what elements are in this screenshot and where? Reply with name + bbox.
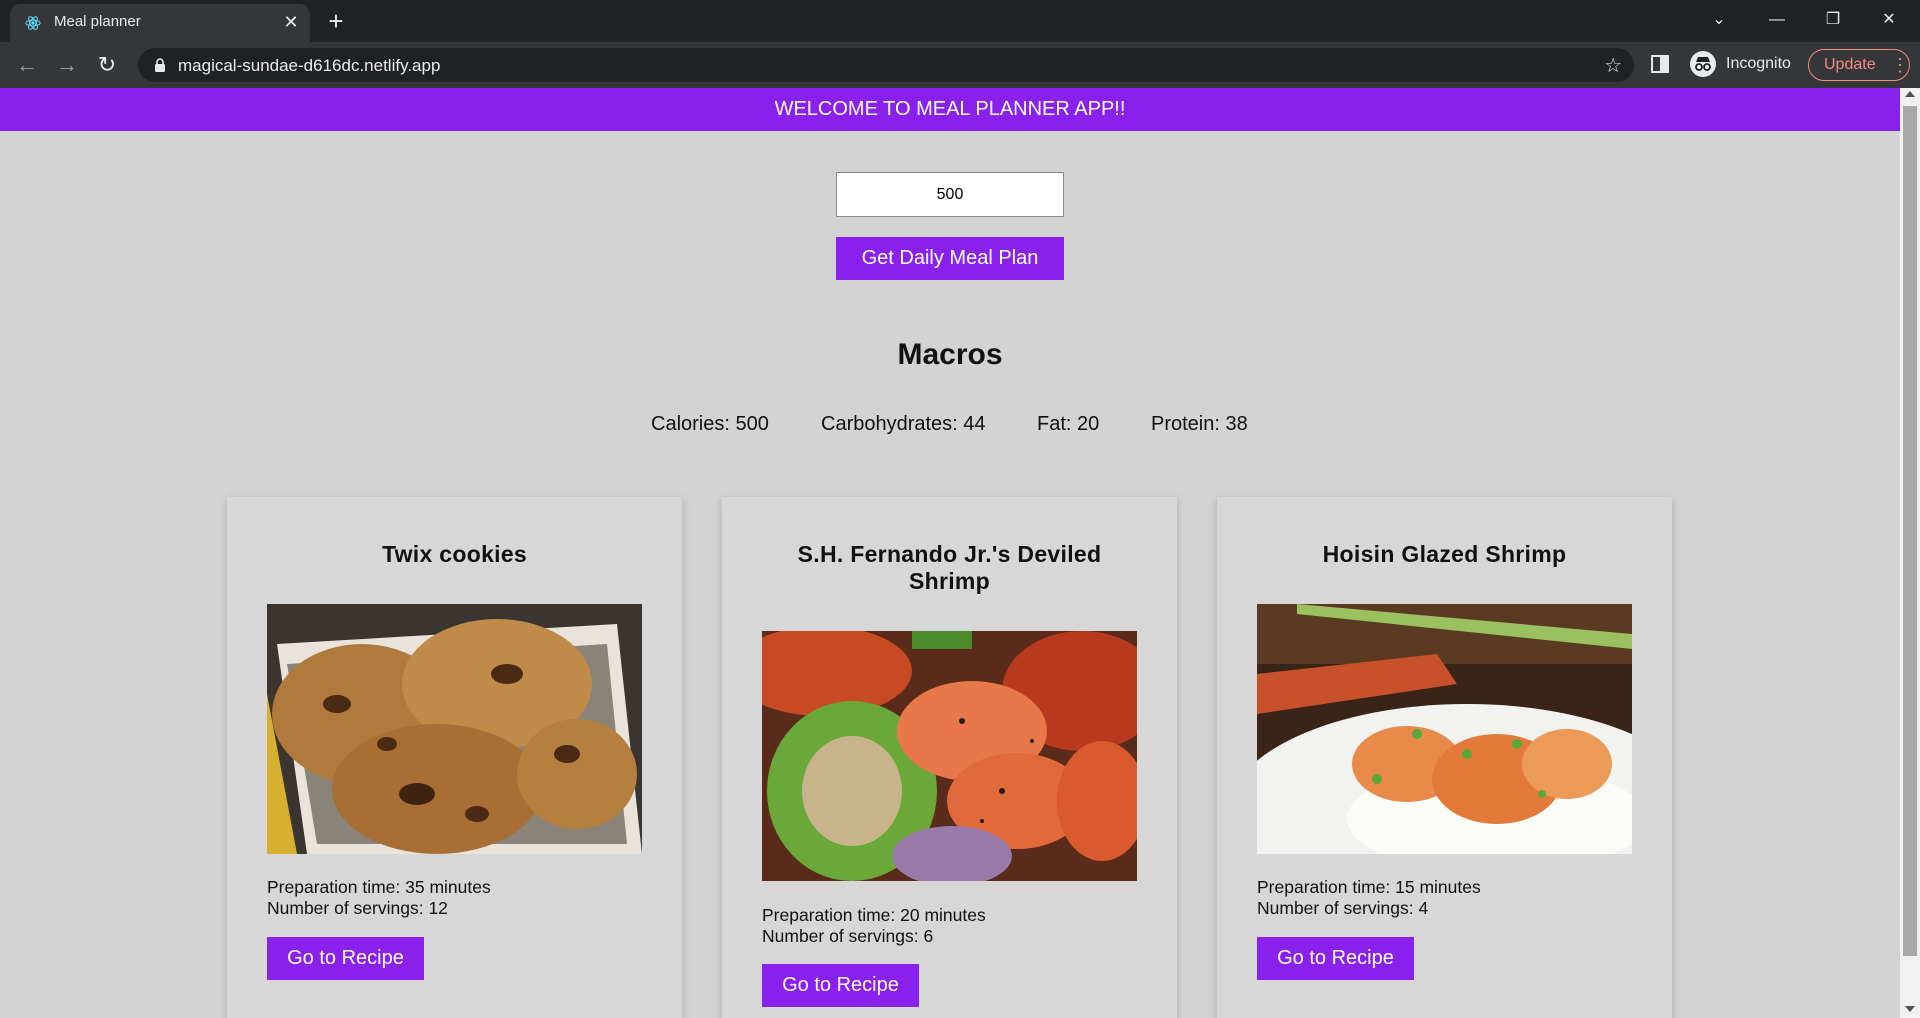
meal-info: Preparation time: 20 minutes Number of s… bbox=[762, 905, 1137, 947]
restore-icon[interactable]: ❐ bbox=[1816, 6, 1850, 34]
close-window-icon[interactable]: ✕ bbox=[1872, 6, 1906, 34]
reload-icon[interactable]: ↻ bbox=[92, 50, 122, 80]
meal-title: S.H. Fernando Jr.'s Deviled Shrimp bbox=[797, 541, 1102, 594]
macro-calories: Calories: 500 bbox=[651, 413, 769, 435]
browser-tab[interactable]: Meal planner ✕ bbox=[10, 4, 310, 42]
cookies-photo bbox=[267, 604, 642, 854]
scrollbar-thumb[interactable] bbox=[1903, 106, 1917, 956]
meal-info: Preparation time: 15 minutes Number of s… bbox=[1257, 877, 1632, 919]
go-to-recipe-button[interactable]: Go to Recipe bbox=[762, 964, 919, 1007]
macro-carbohydrates: Carbohydrates: 44 bbox=[821, 413, 986, 435]
update-button[interactable]: Update ⋮ bbox=[1808, 49, 1910, 81]
browser-tab-strip: Meal planner ✕ + ⌄ — ❐ ✕ bbox=[0, 0, 1920, 42]
tab-search-icon[interactable]: ⌄ bbox=[1702, 6, 1736, 34]
close-tab-icon[interactable]: ✕ bbox=[280, 11, 302, 33]
vertical-scrollbar[interactable] bbox=[1900, 88, 1920, 1018]
deviled-shrimp-photo bbox=[762, 631, 1137, 881]
browser-toolbar: ← → ↻ magical-sundae-d616dc.netlify.app … bbox=[0, 42, 1920, 88]
meal-card: Hoisin Glazed Shrimp Preparation time: 1… bbox=[1217, 497, 1672, 1018]
meal-title: Twix cookies bbox=[381, 541, 528, 567]
meal-card: Twix cookies Preparation time: 35 minute… bbox=[227, 497, 682, 1018]
minimize-icon[interactable]: — bbox=[1760, 6, 1794, 34]
welcome-banner: WELCOME TO MEAL PLANNER APP!! bbox=[0, 88, 1900, 131]
servings: Number of servings: 12 bbox=[267, 898, 448, 918]
servings: Number of servings: 6 bbox=[762, 926, 934, 946]
address-bar[interactable]: magical-sundae-d616dc.netlify.app ☆ bbox=[138, 48, 1634, 82]
back-icon[interactable]: ← bbox=[12, 50, 42, 80]
glazed-shrimp-photo bbox=[1257, 604, 1632, 854]
update-label: Update bbox=[1824, 56, 1876, 73]
tab-title: Meal planner bbox=[54, 13, 141, 30]
incognito-icon[interactable] bbox=[1690, 51, 1716, 77]
side-panel-icon[interactable] bbox=[1650, 54, 1670, 74]
more-menu-icon[interactable]: ⋮ bbox=[1891, 55, 1909, 75]
go-to-recipe-button[interactable]: Go to Recipe bbox=[267, 937, 424, 980]
prep-time: Preparation time: 35 minutes bbox=[267, 877, 491, 897]
macro-fat: Fat: 20 bbox=[1037, 413, 1100, 435]
calories-input[interactable] bbox=[836, 172, 1064, 217]
incognito-label: Incognito bbox=[1726, 55, 1791, 72]
go-to-recipe-button[interactable]: Go to Recipe bbox=[1257, 937, 1414, 980]
lock-icon bbox=[155, 58, 165, 72]
new-tab-icon[interactable]: + bbox=[322, 8, 350, 36]
prep-time: Preparation time: 20 minutes bbox=[762, 905, 986, 925]
meal-title: Hoisin Glazed Shrimp bbox=[1322, 541, 1567, 567]
url-text: magical-sundae-d616dc.netlify.app bbox=[178, 56, 441, 75]
get-meal-plan-button[interactable]: Get Daily Meal Plan bbox=[836, 237, 1064, 280]
forward-icon[interactable]: → bbox=[52, 50, 82, 80]
meal-card: S.H. Fernando Jr.'s Deviled Shrimp Prepa… bbox=[722, 497, 1177, 1018]
page-viewport: WELCOME TO MEAL PLANNER APP!! Get Daily … bbox=[0, 88, 1920, 1018]
meal-info: Preparation time: 35 minutes Number of s… bbox=[267, 877, 642, 919]
react-logo-icon bbox=[25, 16, 41, 30]
scroll-up-arrow-icon[interactable] bbox=[1905, 91, 1915, 97]
prep-time: Preparation time: 15 minutes bbox=[1257, 877, 1481, 897]
macro-protein: Protein: 38 bbox=[1151, 413, 1248, 435]
servings: Number of servings: 4 bbox=[1257, 898, 1429, 918]
scroll-down-arrow-icon[interactable] bbox=[1905, 1006, 1915, 1012]
bookmark-star-icon[interactable]: ☆ bbox=[1604, 53, 1622, 78]
macros-heading: Macros bbox=[897, 338, 1003, 371]
